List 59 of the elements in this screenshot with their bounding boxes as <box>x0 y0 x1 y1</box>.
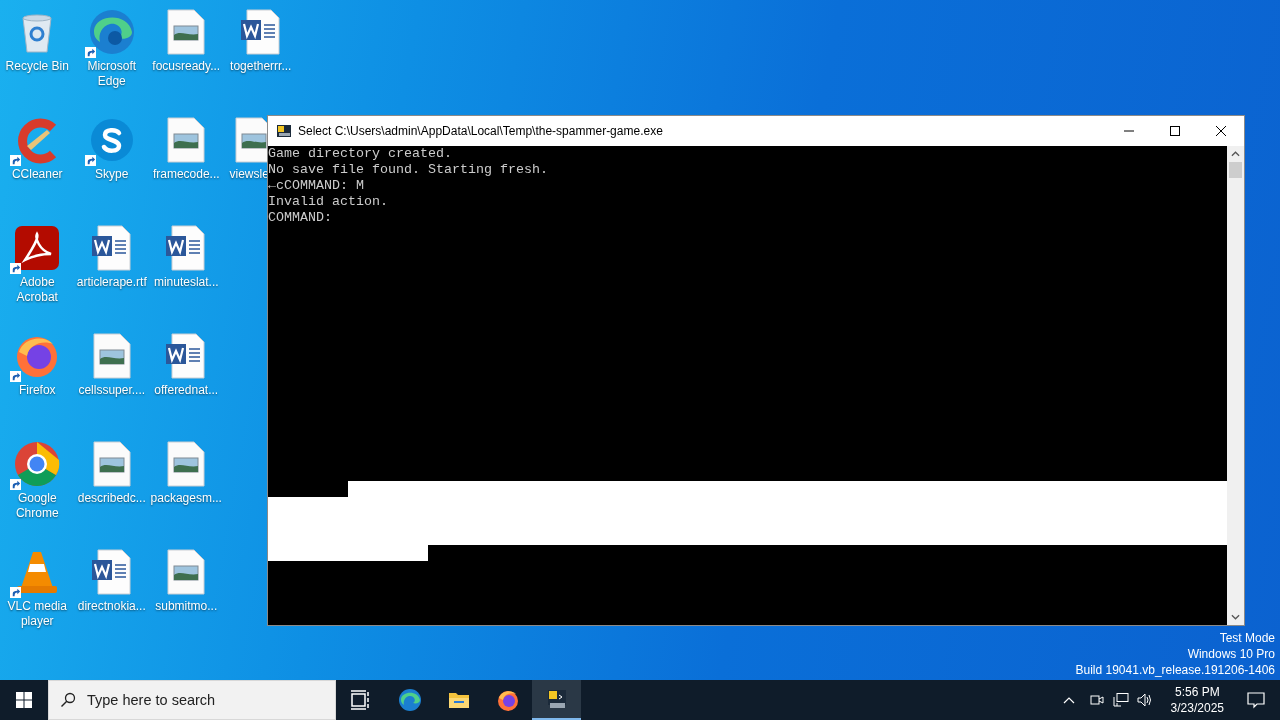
clock-time: 5:56 PM <box>1174 684 1220 700</box>
desktop-icon-label[interactable]: directnokia... <box>77 599 146 614</box>
desktop-icon-label[interactable]: Firefox <box>18 383 56 398</box>
shortcut-arrow-icon <box>10 263 22 274</box>
desktop-icon-label[interactable]: Microsoft Edge <box>74 59 149 89</box>
search-field[interactable]: Type here to search <box>48 680 336 720</box>
clock-date: 3/23/2025 <box>1170 700 1224 716</box>
console-app-icon <box>276 123 292 139</box>
desktop-icon-label[interactable]: minuteslat... <box>153 275 219 290</box>
clock[interactable]: 5:56 PM 3/23/2025 <box>1162 684 1232 716</box>
desktop-icon-label[interactable]: submitmo... <box>155 599 218 614</box>
close-icon <box>1216 126 1226 136</box>
shortcut-arrow-icon <box>84 155 96 166</box>
firefox-icon <box>495 688 520 712</box>
desktop-icon-label[interactable]: Skype <box>95 167 129 182</box>
desktop-icon-label[interactable]: articlerape.rtf <box>76 275 147 290</box>
console-line: Game directory created. <box>268 146 453 162</box>
volume-icon[interactable] <box>1136 692 1153 708</box>
scroll-down-icon[interactable] <box>1231 614 1240 620</box>
desktop-icon-label[interactable]: cellssuper.... <box>78 383 146 398</box>
window-title: Select C:\Users\admin\AppData\Local\Temp\the-spammer-game.exe <box>298 124 663 138</box>
desktop-icon-label[interactable]: framecode... <box>152 167 220 182</box>
shortcut-arrow-icon <box>10 371 22 382</box>
acrobat-icon[interactable] <box>13 224 62 272</box>
desktop-icon-label[interactable]: togetherrr... <box>230 59 292 74</box>
console-line: ←cCOMMAND: M <box>268 178 365 194</box>
desktop-icon-label[interactable]: VLC media player <box>0 599 75 629</box>
scroll-up-icon[interactable] <box>1231 151 1240 157</box>
desktop-icon-label[interactable]: offerednat... <box>154 383 219 398</box>
desktop-icon-label[interactable]: CCleaner <box>11 167 63 182</box>
windows-logo-icon <box>16 692 32 708</box>
system-notice-text: Test Mode <box>1219 630 1275 646</box>
shortcut-arrow-icon <box>10 479 22 490</box>
shortcut-arrow-icon <box>84 47 96 58</box>
scroll-thumb[interactable] <box>1229 162 1242 178</box>
console-line: No save file found. Starting fresh. <box>268 162 549 178</box>
maximize-icon <box>1170 126 1180 136</box>
chrome-icon[interactable] <box>13 440 62 488</box>
system-notice-text: Windows 10 Pro <box>1187 646 1275 662</box>
desktop-icon-label[interactable]: Google Chrome <box>0 491 75 521</box>
notifications-icon[interactable] <box>1246 690 1266 710</box>
chevron-up-icon[interactable] <box>1062 696 1075 704</box>
desktop-icon-label[interactable]: packagesm... <box>150 491 222 506</box>
shortcut-arrow-icon <box>10 155 22 166</box>
desktop-icon-label[interactable]: focusready... <box>152 59 221 74</box>
network-icon[interactable] <box>1112 692 1129 708</box>
shortcut-arrow-icon <box>10 587 22 598</box>
console-line: Invalid action. <box>268 194 389 210</box>
edge-icon <box>397 688 422 712</box>
desktop-icon-label[interactable]: describedc... <box>77 491 146 506</box>
camera-icon[interactable] <box>1088 692 1105 708</box>
console-line: COMMAND: <box>268 210 333 226</box>
desktop-icon-label[interactable]: Recycle Bin <box>5 59 69 74</box>
scrollbar[interactable] <box>1227 146 1244 625</box>
system-notice-text: Build 19041.vb_release.191206-1406 <box>1075 662 1275 678</box>
desktop-icon-label[interactable]: viewsle <box>229 167 269 182</box>
taskbar-app-button[interactable] <box>532 680 581 720</box>
desktop-icon-label[interactable]: Adobe Acrobat <box>0 275 75 305</box>
edge-icon[interactable] <box>87 8 136 56</box>
